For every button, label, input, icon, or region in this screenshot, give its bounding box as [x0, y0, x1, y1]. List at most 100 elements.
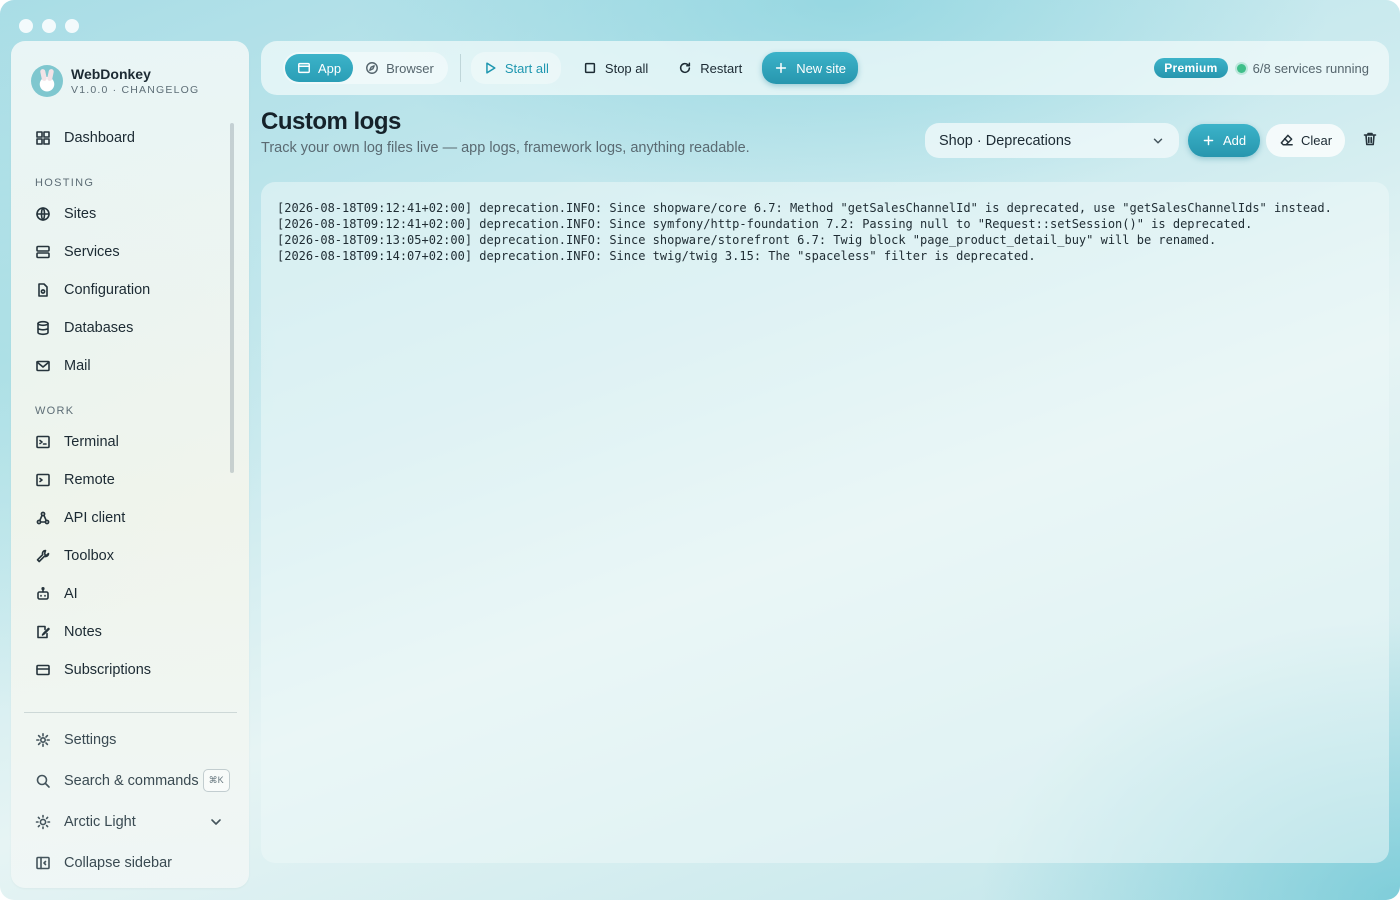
sidebar: WebDonkey V1.0.0 · CHANGELOG Dashboard H… [11, 41, 249, 888]
sidebar-item-label: Terminal [64, 434, 119, 450]
clear-log-button[interactable]: Clear [1266, 124, 1346, 157]
sidebar-item-label: Databases [64, 320, 134, 336]
sidebar-item-databases[interactable]: Databases [24, 309, 229, 347]
sidebar-item-sites[interactable]: Sites [24, 195, 229, 233]
search-commands-button[interactable]: Search & commands ⌘K [24, 760, 237, 801]
log-line: [2026-08-18T09:12:41+02:00] deprecation.… [277, 201, 1332, 215]
app-window-icon [298, 62, 310, 74]
new-site-label: New site [796, 60, 847, 76]
dashboard-icon [35, 130, 51, 146]
restart-icon [680, 62, 691, 74]
settings-button[interactable]: Settings [24, 719, 237, 760]
sidebar-item-label: AI [64, 586, 78, 602]
robot-icon [35, 586, 51, 602]
sidebar-section-hosting: HOSTING [35, 177, 95, 189]
gear-icon [35, 732, 51, 748]
api-icon [35, 510, 51, 526]
minimize-window-button[interactable] [42, 19, 56, 33]
premium-badge[interactable]: Premium [1154, 58, 1228, 78]
sidebar-item-label: Notes [64, 624, 102, 640]
status-area: Premium 6/8 services running [1154, 58, 1369, 78]
sidebar-item-configuration[interactable]: Configuration [24, 271, 229, 309]
eraser-icon [1280, 134, 1293, 146]
start-all-button[interactable]: Start all [470, 52, 561, 84]
sidebar-item-notes[interactable]: Notes [24, 613, 229, 651]
view-app-tab[interactable]: App [285, 54, 354, 82]
plus-icon [776, 62, 787, 74]
plus-icon [1203, 135, 1214, 146]
sidebar-scrollbar[interactable] [230, 123, 234, 473]
view-switcher: App Browser [283, 52, 448, 84]
view-app-label: App [318, 60, 342, 76]
wrench-icon [35, 548, 51, 564]
sidebar-nav: Dashboard HOSTING Sites Services Configu… [24, 119, 229, 689]
log-source-value: Shop · Deprecations [939, 132, 1072, 149]
theme-label: Arctic Light [64, 813, 136, 830]
stop-all-button[interactable]: Stop all [571, 52, 660, 84]
terminal-icon [35, 434, 51, 450]
log-source-select[interactable]: Shop · Deprecations [925, 123, 1179, 158]
stop-all-label: Stop all [604, 60, 649, 76]
globe-icon [35, 206, 51, 222]
sidebar-item-label: Toolbox [64, 548, 114, 564]
compass-icon [366, 62, 379, 74]
sidebar-item-toolbox[interactable]: Toolbox [24, 537, 229, 575]
close-window-button[interactable] [19, 19, 33, 33]
sidebar-item-label: API client [64, 510, 126, 526]
restart-label: Restart [700, 60, 743, 76]
sidebar-item-label: Services [64, 244, 120, 260]
sidebar-item-services[interactable]: Services [24, 233, 229, 271]
status-indicator-dot [1236, 63, 1246, 73]
log-line: [2026-08-18T09:13:05+02:00] deprecation.… [277, 233, 1217, 247]
add-log-button[interactable]: Add [1188, 124, 1261, 157]
stop-icon [584, 62, 596, 74]
view-browser-label: Browser [386, 60, 434, 76]
delete-log-button[interactable] [1362, 131, 1380, 149]
sidebar-item-dashboard[interactable]: Dashboard [24, 119, 229, 157]
sidebar-item-remote[interactable]: Remote [24, 461, 229, 499]
chevron-down-icon [1153, 138, 1163, 143]
sidebar-item-label: Remote [64, 472, 115, 488]
restart-button[interactable]: Restart [666, 52, 754, 84]
collapse-sidebar-label: Collapse sidebar [64, 854, 173, 871]
database-icon [35, 320, 51, 336]
trash-icon [1363, 132, 1377, 146]
window-controls [19, 19, 79, 33]
sidebar-item-subscriptions[interactable]: Subscriptions [24, 651, 229, 689]
sidebar-item-label: Mail [64, 358, 91, 374]
sidebar-collapse-icon [35, 855, 51, 871]
log-line: [2026-08-18T09:14:07+02:00] deprecation.… [277, 249, 1036, 263]
remote-terminal-icon [35, 472, 51, 488]
notes-icon [35, 624, 51, 640]
play-icon [486, 62, 496, 74]
sidebar-item-terminal[interactable]: Terminal [24, 423, 229, 461]
sidebar-item-mail[interactable]: Mail [24, 347, 229, 385]
theme-selector[interactable]: Arctic Light [24, 801, 237, 842]
view-browser-tab[interactable]: Browser [353, 54, 446, 82]
search-commands-label: Search & commands [64, 772, 199, 789]
sidebar-item-api-client[interactable]: API client [24, 499, 229, 537]
app-version-changelog[interactable]: V1.0.0 · CHANGELOG [71, 84, 199, 96]
start-all-label: Start all [504, 60, 549, 76]
sidebar-footer: Settings Search & commands ⌘K Arctic Lig… [24, 712, 237, 883]
clear-log-label: Clear [1301, 133, 1333, 148]
new-site-button[interactable]: New site [762, 52, 859, 84]
add-log-label: Add [1223, 133, 1247, 148]
sun-icon [35, 814, 51, 830]
config-file-icon [35, 282, 51, 298]
sidebar-section-work: WORK [35, 405, 75, 417]
sidebar-item-label: Configuration [64, 282, 151, 298]
collapse-sidebar-button[interactable]: Collapse sidebar [24, 842, 237, 883]
server-icon [35, 244, 51, 260]
sidebar-item-label: Sites [64, 206, 97, 222]
log-output-panel[interactable]: [2026-08-18T09:12:41+02:00] deprecation.… [261, 182, 1389, 863]
mail-icon [35, 358, 51, 374]
top-toolbar: App Browser Start all Stop all Restart N… [261, 41, 1389, 95]
search-icon [35, 773, 51, 789]
brand[interactable]: WebDonkey V1.0.0 · CHANGELOG [31, 65, 199, 97]
zoom-window-button[interactable] [65, 19, 79, 33]
toolbar-divider [459, 54, 461, 82]
sidebar-item-ai[interactable]: AI [24, 575, 229, 613]
sidebar-item-label: Dashboard [64, 130, 135, 146]
search-shortcut-hint: ⌘K [202, 769, 230, 792]
